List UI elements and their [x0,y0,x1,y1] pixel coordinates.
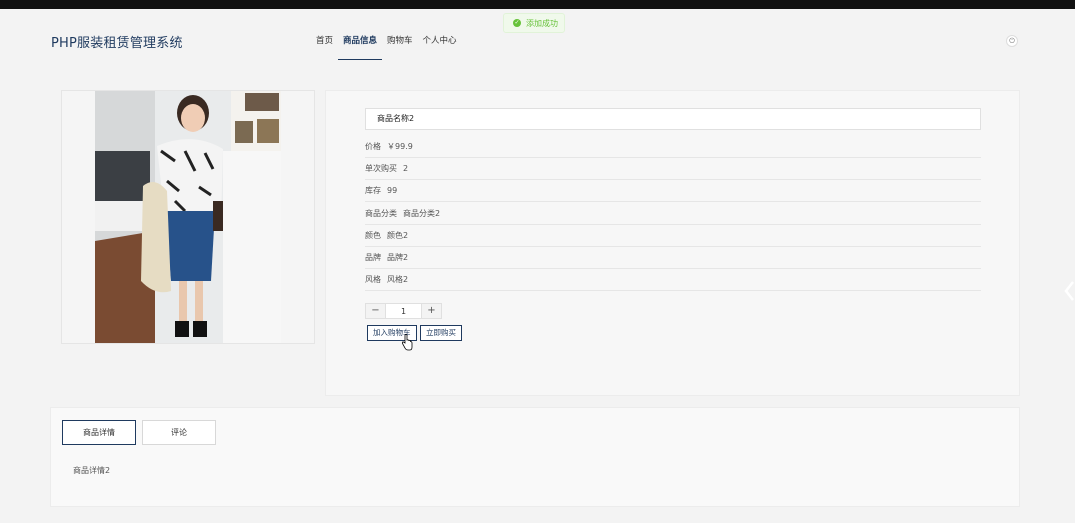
buy-now-button[interactable]: 立即购买 [420,325,462,341]
attr-value: 颜色2 [387,231,409,240]
attr-label: 单次购买 [365,164,397,173]
attr-value: 商品分类2 [403,209,441,218]
tab-product-details[interactable]: 商品详情 [62,420,136,445]
attr-brand: 品牌 品牌2 [365,247,981,269]
hand-cursor-icon [401,334,413,351]
attr-value: 2 [403,164,409,173]
attr-value: 品牌2 [387,253,409,262]
attr-color: 颜色 颜色2 [365,225,981,247]
attr-value: 风格2 [387,275,409,284]
quantity-input[interactable] [385,304,422,318]
product-detail-panel: 商品详情 评论 商品详情2 [50,407,1020,507]
product-name: 商品名称2 [365,108,981,130]
power-icon[interactable]: ⏻ [1006,35,1018,47]
attr-value: 99 [387,186,398,195]
top-black-bar [0,0,1075,9]
product-info-panel: 商品名称2 价格 ￥99.9 单次购买 2 库存 99 商品分类 商品分类2 颜… [325,90,1020,396]
attr-label: 库存 [365,186,381,195]
main-nav: 首页 商品信息 购物车 个人中心 [311,34,462,60]
increase-button[interactable]: + [422,304,441,318]
product-photo [95,91,281,343]
site-title: PHP服装租赁管理系统 [51,36,183,51]
quantity-stepper: − + [365,303,442,319]
detail-content: 商品详情2 [73,466,111,475]
product-image-box [61,90,315,344]
nav-cart[interactable]: 购物车 [382,34,418,60]
nav-products[interactable]: 商品信息 [338,34,383,60]
attr-label: 品牌 [365,253,381,262]
attr-label: 风格 [365,275,381,284]
tab-reviews[interactable]: 评论 [142,420,216,445]
decrease-button[interactable]: − [366,304,385,318]
attr-label: 颜色 [365,231,381,240]
attr-stock: 库存 99 [365,180,981,202]
nav-home[interactable]: 首页 [311,34,338,60]
attr-purchase-limit: 单次购买 2 [365,158,981,180]
attr-style: 风格 风格2 [365,269,981,291]
chevron-left-icon[interactable] [1063,280,1075,302]
header: PHP服装租赁管理系统 首页 商品信息 购物车 个人中心 ⏻ [0,9,1075,69]
attr-label: 价格 [365,142,381,151]
attr-category: 商品分类 商品分类2 [365,203,981,225]
attr-label: 商品分类 [365,209,397,218]
nav-profile[interactable]: 个人中心 [418,34,462,60]
attr-value: ￥99.9 [387,142,413,151]
attr-price: 价格 ￥99.9 [365,136,981,158]
